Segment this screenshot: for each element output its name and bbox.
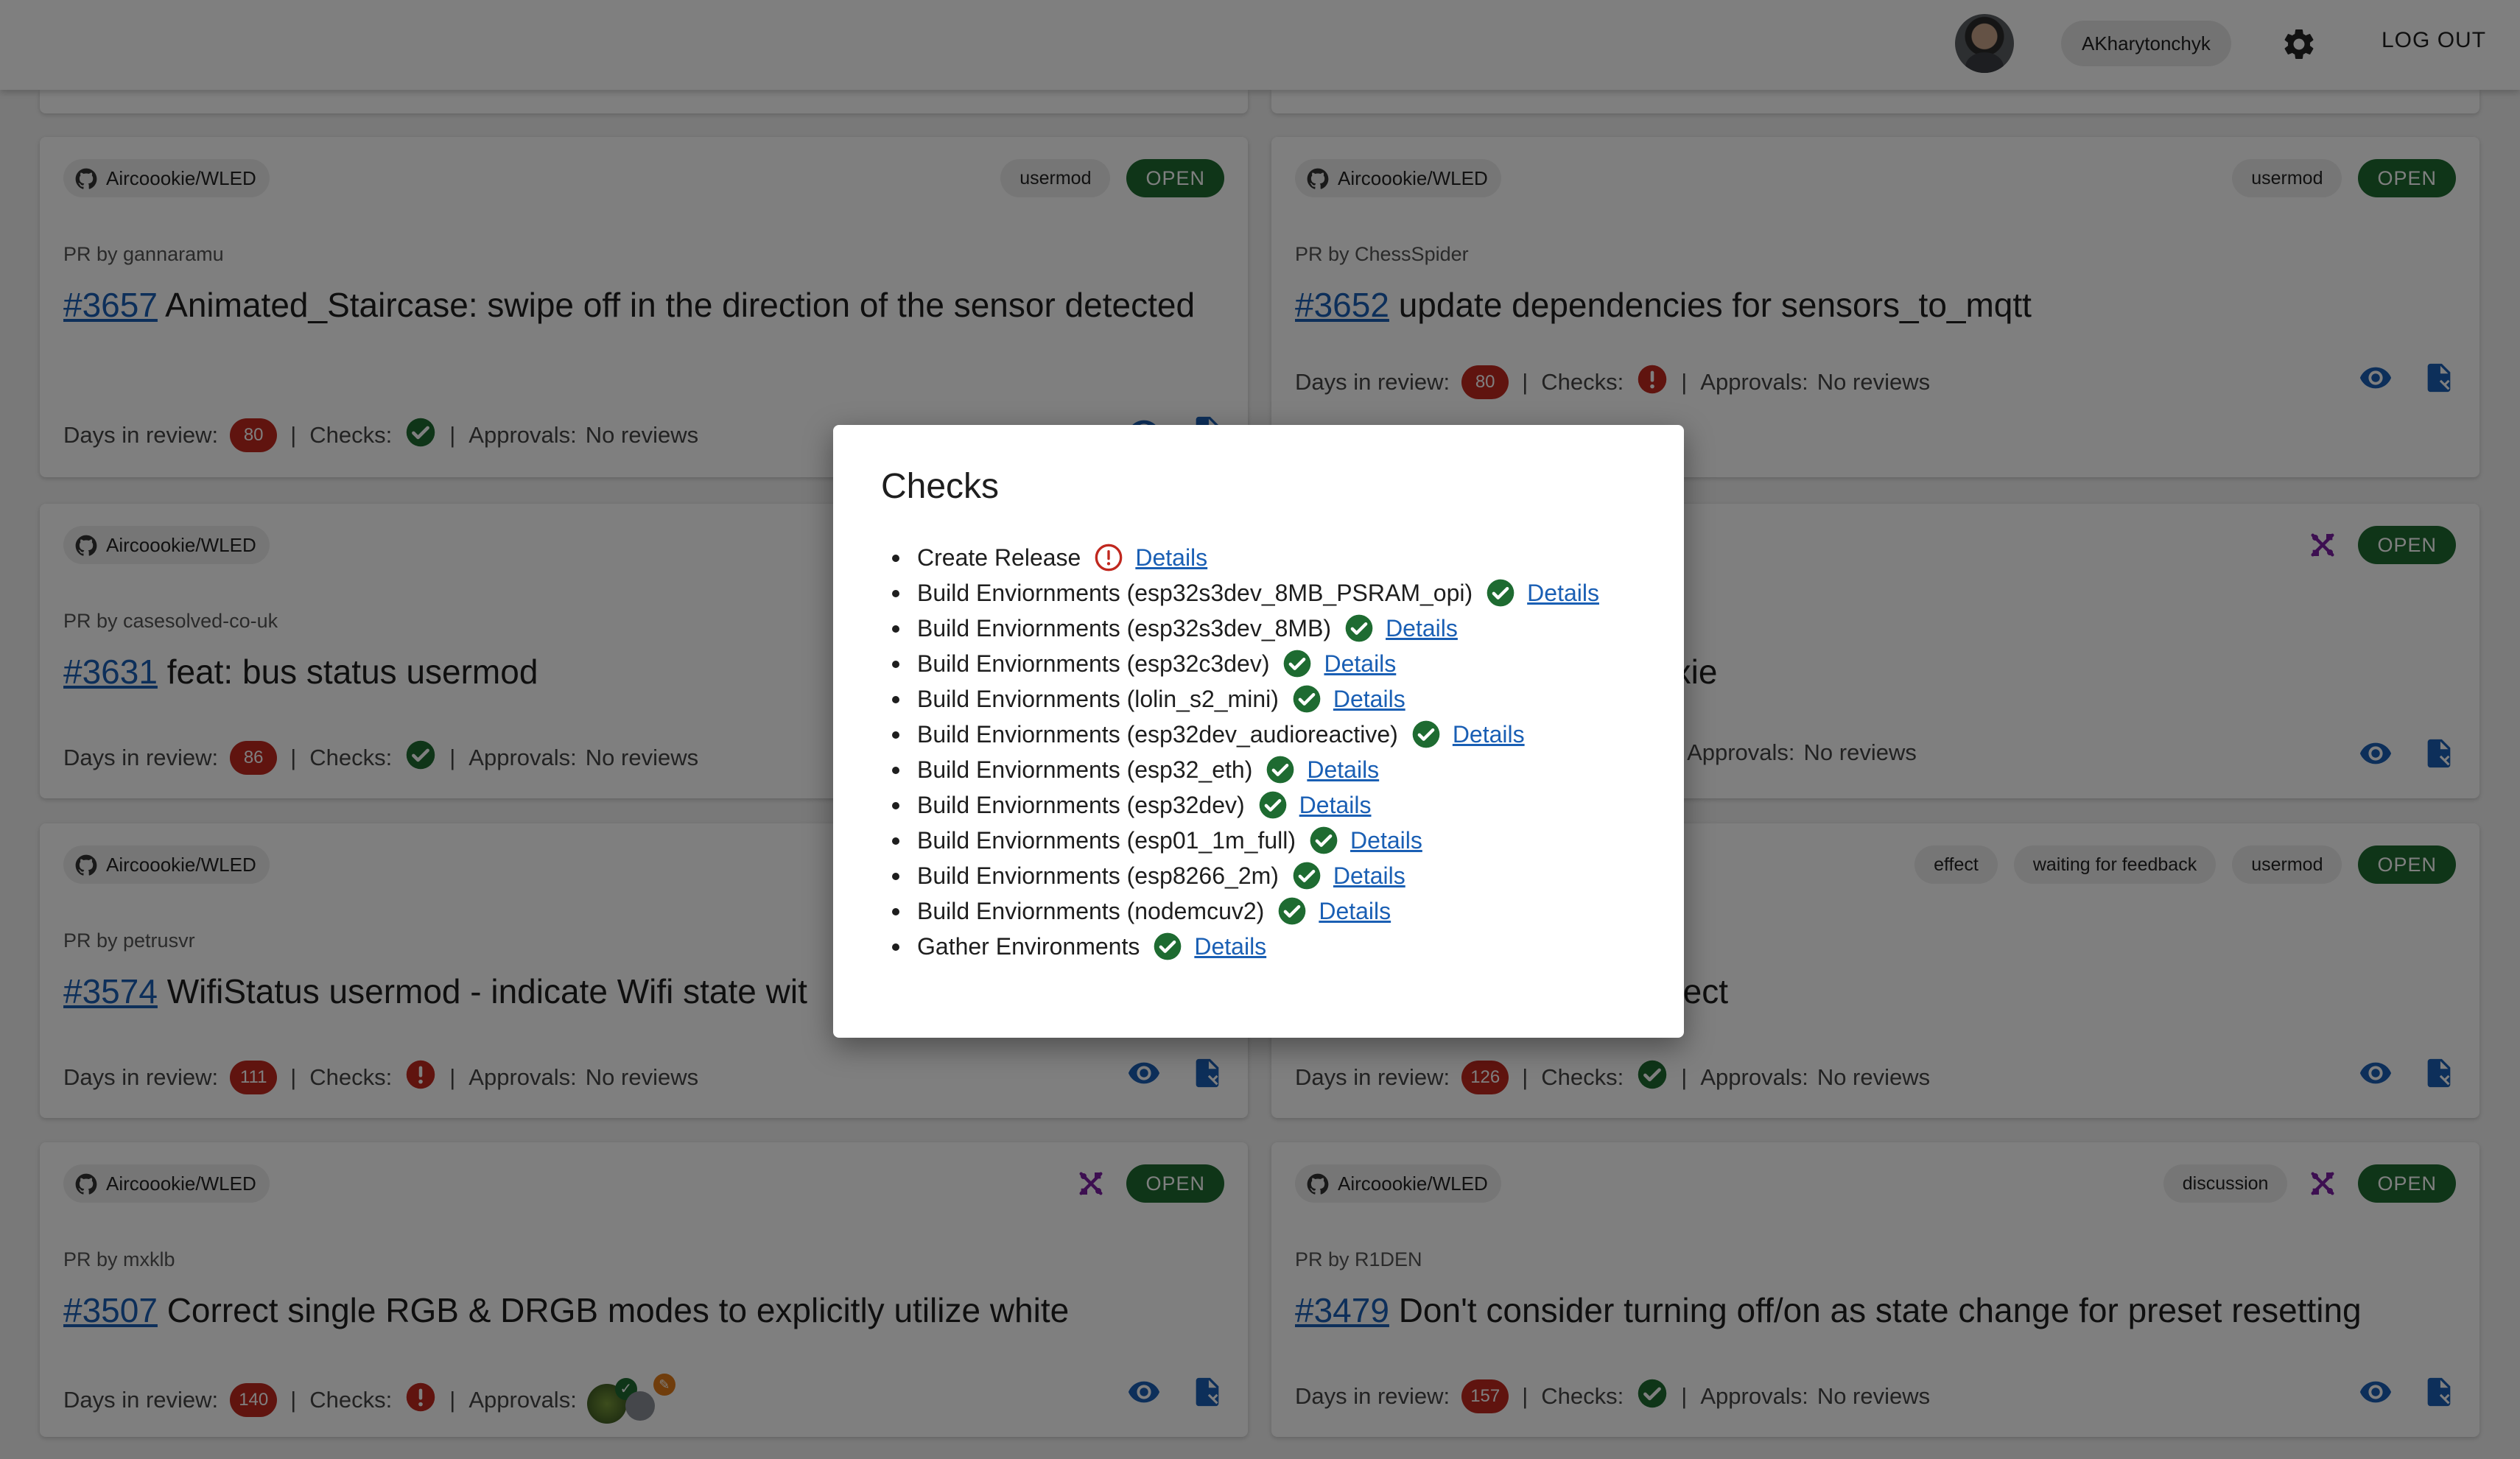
check-success-icon <box>1293 685 1321 713</box>
dialog-title: Checks <box>881 467 1000 506</box>
check-item: Create Release Details <box>892 540 1599 575</box>
check-item: Build Enviornments (esp32_eth) Details <box>892 752 1599 787</box>
check-success-icon <box>1259 791 1287 819</box>
check-item: Build Enviornments (esp01_1m_full) Detail… <box>892 823 1599 858</box>
check-success-icon <box>1278 897 1306 925</box>
page: AKharytonchyk LOG OUT Aircoookie/WLEDuse… <box>0 0 2520 1459</box>
details-link[interactable]: Details <box>1307 756 1379 784</box>
check-success-icon <box>1412 720 1440 748</box>
check-success-icon <box>1293 862 1321 890</box>
details-link[interactable]: Details <box>1453 721 1525 748</box>
check-name: Build Enviornments (esp32_eth) <box>917 756 1253 783</box>
check-item: Build Enviornments (lolin_s2_mini) Detail… <box>892 681 1599 717</box>
check-error-icon <box>1095 544 1123 572</box>
check-item: Build Enviornments (esp32dev_audioreacti… <box>892 717 1599 752</box>
check-name: Gather Environments <box>917 932 1140 960</box>
check-name: Build Enviornments (esp32dev_audioreacti… <box>917 720 1398 748</box>
check-name: Build Enviornments (lolin_s2_mini) <box>917 685 1279 712</box>
details-link[interactable]: Details <box>1527 580 1599 607</box>
check-name: Build Enviornments (esp32dev) <box>917 791 1245 818</box>
details-link[interactable]: Details <box>1135 544 1207 572</box>
check-name: Create Release <box>917 544 1081 571</box>
details-link[interactable]: Details <box>1319 898 1391 925</box>
check-item: Build Enviornments (esp32dev) Details <box>892 787 1599 823</box>
check-success-icon <box>1154 932 1182 960</box>
check-success-icon <box>1284 650 1311 678</box>
details-link[interactable]: Details <box>1386 615 1458 642</box>
check-name: Build Enviornments (esp32s3dev_8MB_PSRAM… <box>917 579 1473 606</box>
check-success-icon <box>1267 756 1294 784</box>
details-link[interactable]: Details <box>1350 827 1422 854</box>
checks-list: Create Release Details Build Enviornments … <box>892 540 1599 964</box>
check-name: Build Enviornments (esp32s3dev_8MB) <box>917 614 1332 641</box>
check-item: Build Enviornments (esp32s3dev_8MB) Detai… <box>892 611 1599 646</box>
checks-dialog: Checks Create Release Details Build Envior… <box>833 425 1684 1038</box>
check-item: Build Enviornments (esp8266_2m) Details <box>892 858 1599 893</box>
details-link[interactable]: Details <box>1333 686 1405 713</box>
check-success-icon <box>1310 826 1338 854</box>
details-link[interactable]: Details <box>1299 792 1372 819</box>
details-link[interactable]: Details <box>1194 933 1266 960</box>
check-name: Build Enviornments (esp8266_2m) <box>917 862 1279 889</box>
check-name: Build Enviornments (esp32c3dev) <box>917 650 1270 677</box>
check-item: Build Enviornments (esp32c3dev) Details <box>892 646 1599 681</box>
check-item: Build Enviornments (nodemcuv2) Details <box>892 893 1599 929</box>
details-link[interactable]: Details <box>1324 650 1396 678</box>
check-name: Build Enviornments (nodemcuv2) <box>917 897 1265 924</box>
check-name: Build Enviornments (esp01_1m_full) <box>917 826 1296 854</box>
details-link[interactable]: Details <box>1333 862 1405 890</box>
check-item: Gather Environments Details <box>892 929 1599 964</box>
check-success-icon <box>1345 614 1373 642</box>
check-success-icon <box>1487 579 1515 607</box>
check-item: Build Enviornments (esp32s3dev_8MB_PSRAM… <box>892 575 1599 611</box>
